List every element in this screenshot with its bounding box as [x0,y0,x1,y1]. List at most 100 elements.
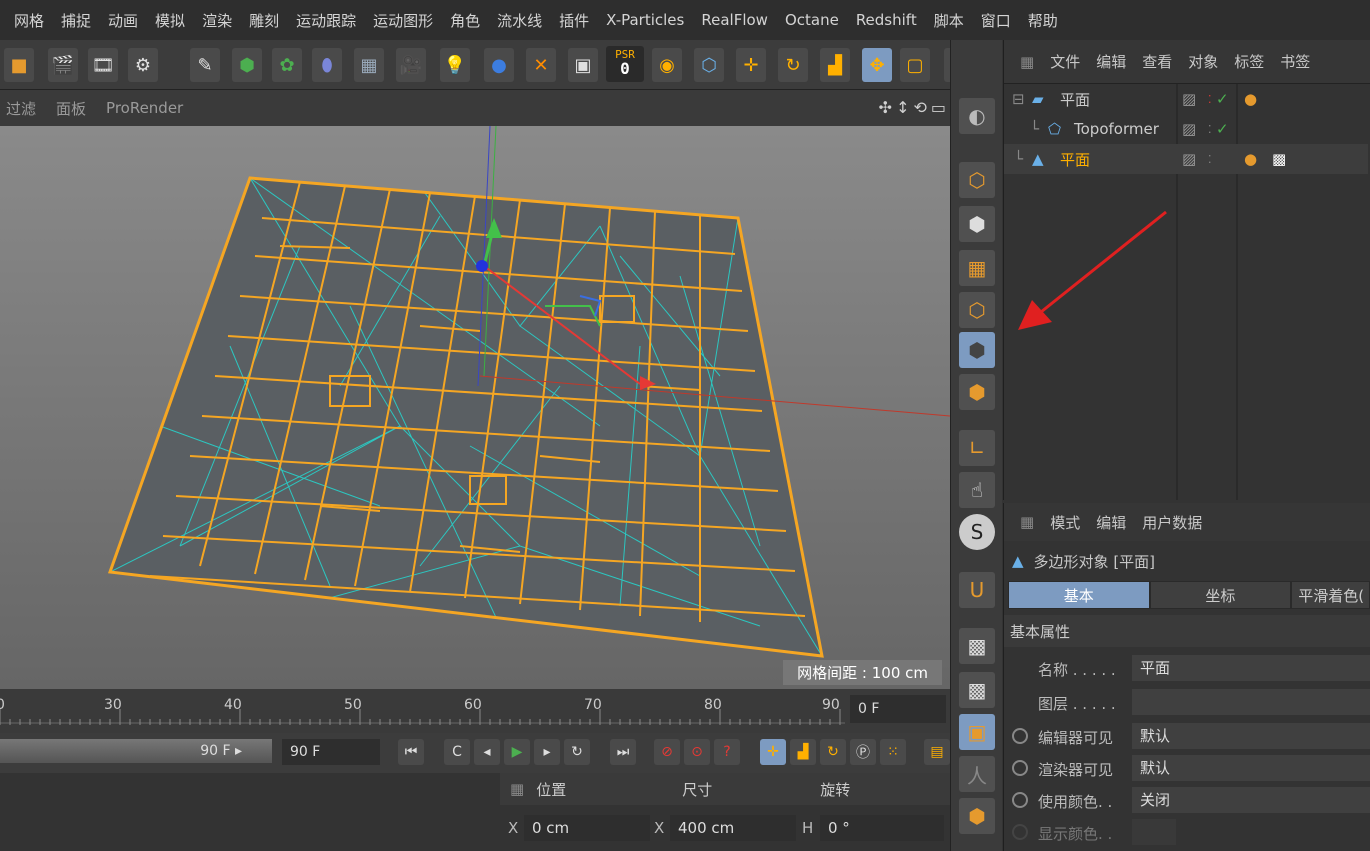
editor-visible-select[interactable]: 默认 [1132,723,1370,749]
viewport-menu-item-1[interactable]: 面板 [56,98,86,119]
next-frame-icon[interactable]: ▸ [534,739,560,765]
layer-icon[interactable]: ▨ [1182,120,1196,138]
menu-item-5[interactable]: 雕刻 [249,10,279,31]
next-key-icon[interactable]: ↻ [564,739,590,765]
go-to-end-icon[interactable]: ⏭ [610,739,636,765]
animate-radio[interactable] [1012,760,1028,776]
key-pla-icon[interactable]: ⁙ [880,739,906,765]
key-scale-icon[interactable]: ▟ [790,739,816,765]
menu-item-11[interactable]: X-Particles [606,11,684,29]
tweak-icon[interactable]: ☝ [959,472,995,508]
rotation-h-field[interactable]: 0 ° [820,815,944,841]
symmetry-icon[interactable]: ✕ [526,48,556,82]
3d-viewport[interactable]: 网格间距 : 100 cm [0,126,950,689]
viewport-menu-item-2[interactable]: ProRender [106,99,183,117]
menu-item-1[interactable]: 捕捉 [61,10,91,31]
object-row[interactable]: └ ⬠ Topoformer ▨ ⁚ ✓ [1004,114,1368,144]
attribute-menu-item-2[interactable]: 用户数据 [1142,512,1202,533]
rotate-icon[interactable]: ↻ [778,48,808,82]
auto-key-icon[interactable]: ⊙ [684,739,710,765]
menu-item-3[interactable]: 模拟 [155,10,185,31]
rectangle-select-icon[interactable]: ▢ [900,48,930,82]
rotate-view-icon[interactable]: ⟲ [913,98,926,117]
menu-item-10[interactable]: 插件 [559,10,589,31]
visibility-dots-icon[interactable]: ⁚ [1208,93,1212,106]
polygon-mode-icon[interactable]: ⬢ [959,374,995,410]
key-rotation-icon[interactable]: ↻ [820,739,846,765]
planar-workplane-icon[interactable]: ▩ [959,672,995,708]
layer-icon[interactable]: ▨ [1182,150,1196,168]
model-mode-icon[interactable]: ⬡ [694,48,724,82]
scale-icon[interactable]: ▟ [820,48,850,82]
tab-coordinates[interactable]: 坐标 [1149,581,1292,609]
end-frame-field[interactable]: 90 F [282,739,380,765]
generator-icon[interactable]: ⬢ [232,48,262,82]
menu-item-12[interactable]: RealFlow [701,11,768,29]
live-selection-icon[interactable]: ✥ [862,48,892,82]
menu-item-7[interactable]: 运动图形 [373,10,433,31]
menu-item-15[interactable]: 脚本 [934,10,964,31]
solo-icon[interactable]: ▣ [959,714,995,750]
texture-icon[interactable]: ◐ [959,98,995,134]
tab-basic[interactable]: 基本 [1008,581,1150,609]
move-icon[interactable]: ✛ [736,48,766,82]
key-position-icon[interactable]: ✛ [760,739,786,765]
position-x-field[interactable]: 0 cm [524,815,650,841]
prev-key-icon[interactable]: C [444,739,470,765]
object-manager-menu-item-3[interactable]: 对象 [1188,51,1218,72]
axis-icon[interactable]: ◉ [652,48,682,82]
export-icon[interactable]: ⬢ [959,798,995,834]
menu-item-2[interactable]: 动画 [108,10,138,31]
maximize-view-icon[interactable]: ▭ [931,98,946,117]
visibility-dots-icon[interactable]: ⁚ [1208,123,1212,136]
material-tag-icon[interactable]: ● [1244,150,1257,168]
render-settings-button[interactable]: ⚙ [128,48,158,82]
point-mode-icon[interactable]: ⬡ [959,292,995,328]
checker-tag-icon[interactable]: ▩ [1272,150,1286,168]
zoom-view-icon[interactable]: ↕ [896,98,909,117]
menu-item-0[interactable]: 网格 [14,10,44,31]
attribute-menu-item-1[interactable]: 编辑 [1096,512,1126,533]
prev-frame-icon[interactable]: ◂ [474,739,500,765]
material-tag-icon[interactable]: ● [1244,90,1257,108]
timeline-ruler[interactable]: 0 30 40 50 60 70 80 90 0 F [0,689,950,733]
camera-icon[interactable]: 🎥 [396,48,426,82]
snap-icon[interactable]: S [959,514,995,550]
character-icon[interactable]: 人 [959,756,995,792]
workplane-lock-icon[interactable]: ▩ [959,628,995,664]
viewport-menu-item-0[interactable]: 过滤 [6,98,36,119]
layer-icon[interactable]: ▨ [1182,90,1196,108]
object-manager-menu-item-1[interactable]: 编辑 [1096,51,1126,72]
psr-indicator[interactable]: PSR 0 [606,46,644,82]
menu-item-4[interactable]: 渲染 [202,10,232,31]
timeline-icon[interactable]: ▤ [924,739,950,765]
move-view-icon[interactable]: ✣ [879,98,892,117]
menu-item-8[interactable]: 角色 [450,10,480,31]
render-view-button[interactable]: 🎬 [48,48,78,82]
layer-field[interactable] [1132,689,1370,715]
magnet-icon[interactable]: U [959,572,995,608]
keyframe-selection-icon[interactable]: ? [714,739,740,765]
color-swatch[interactable] [1132,819,1176,845]
object-manager-menu-item-0[interactable]: 文件 [1050,51,1080,72]
texture-mode-icon[interactable]: ⬢ [959,206,995,242]
object-row[interactable]: ⊟ ▰ 平面 ▨ ⁚ ✓ ● [1004,84,1368,114]
cube-icon[interactable]: ■ [4,48,34,82]
render-picture-button[interactable]: 🎞 [88,48,118,82]
current-frame-field[interactable]: 0 F [850,695,946,723]
points-mode-icon[interactable]: ⬡ [959,162,995,198]
go-to-start-icon[interactable]: ⏮ [398,739,424,765]
render-visible-select[interactable]: 默认 [1132,755,1370,781]
play-icon[interactable]: ▶ [504,739,530,765]
pen-icon[interactable]: ✎ [190,48,220,82]
object-manager-menu-item-4[interactable]: 标签 [1234,51,1264,72]
edge-mode-icon[interactable]: ⬢ [959,332,995,368]
attribute-menu-item-0[interactable]: 模式 [1050,512,1080,533]
light-icon[interactable]: 💡 [440,48,470,82]
name-field[interactable]: 平面 [1132,655,1370,681]
workplane-icon[interactable]: ▦ [959,250,995,286]
key-param-icon[interactable]: Ⓟ [850,739,876,765]
menu-item-14[interactable]: Redshift [856,11,917,29]
animate-radio[interactable] [1012,792,1028,808]
use-color-select[interactable]: 关闭 [1132,787,1370,813]
